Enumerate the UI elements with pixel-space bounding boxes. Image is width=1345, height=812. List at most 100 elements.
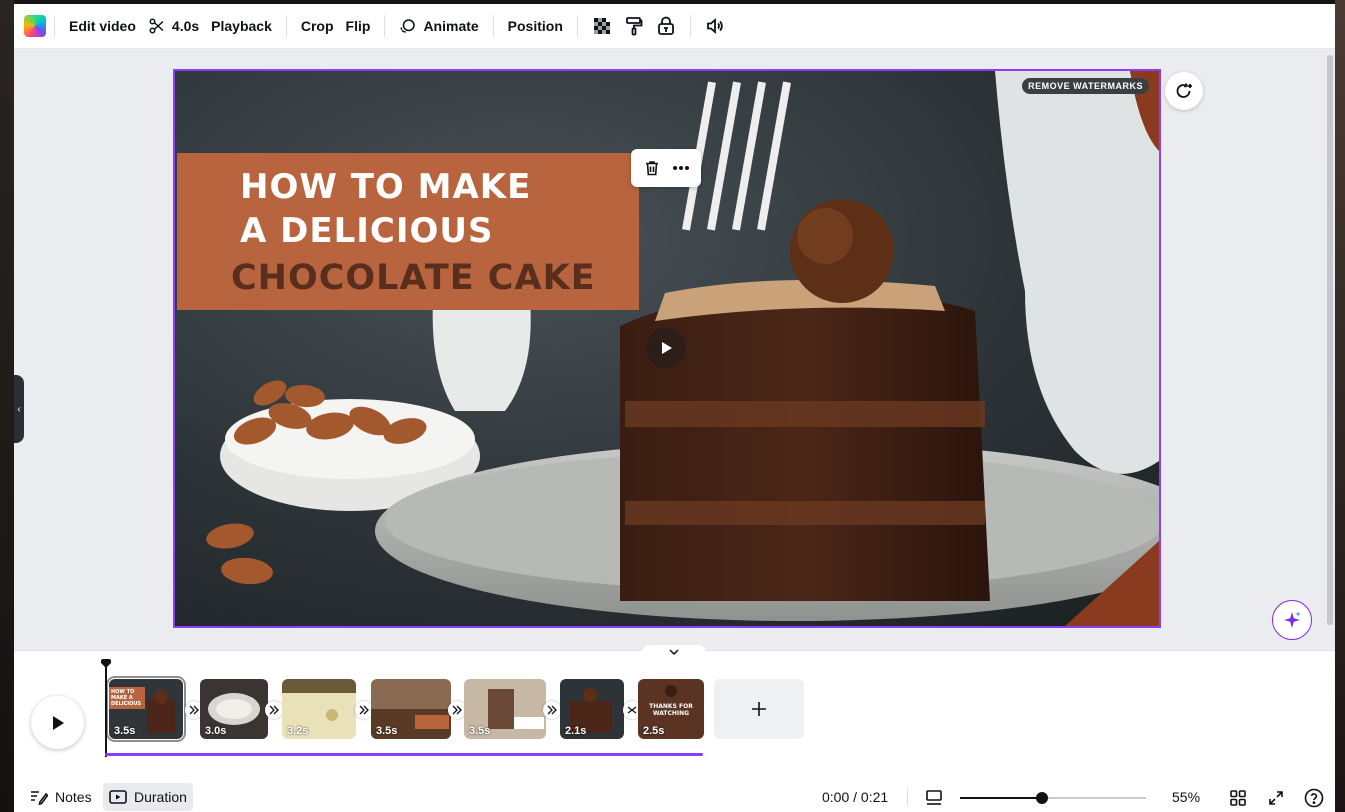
transition-button[interactable] <box>543 701 561 719</box>
sparkle-icon <box>1284 611 1301 628</box>
position-button[interactable]: Position <box>502 10 569 42</box>
transition-icon <box>547 705 557 715</box>
crop-label: Crop <box>300 18 334 34</box>
rotate-plus-icon <box>1176 83 1192 98</box>
animate-label: Animate <box>423 18 479 34</box>
collapse-timeline-button[interactable] <box>642 645 706 659</box>
add-page-rotate-button[interactable] <box>1165 72 1203 110</box>
title-text-box[interactable]: HOW TO MAKE A DELICIOUS CHOCOLATE CAKE <box>177 153 639 310</box>
toolbar-divider <box>54 15 55 37</box>
timeline-clip[interactable]: THANKS FOR WATCHING 2.5s <box>638 679 704 739</box>
animate-icon <box>399 17 417 35</box>
transition-icon <box>189 705 199 715</box>
lock-icon[interactable] <box>650 10 682 42</box>
link-transition-icon <box>627 706 637 714</box>
canvas-scrollbar[interactable] <box>1327 55 1333 625</box>
canvas-area: HOW TO MAKE A DELICIOUS CHOCOLATE CAKE R… <box>14 49 1335 650</box>
magic-assistant-button[interactable] <box>1272 600 1312 640</box>
edit-video-button[interactable]: Edit video <box>63 10 142 42</box>
animate-button[interactable]: Animate <box>393 10 484 42</box>
clip-caption: THANKS FOR WATCHING <box>649 703 693 717</box>
flip-label: Flip <box>345 18 371 34</box>
toolbar-divider <box>689 15 691 37</box>
zoom-slider[interactable] <box>960 792 1146 804</box>
expand-icon <box>1269 791 1283 805</box>
timeline-panel: HOW TO MAKE A DELICIOUS 3.5s 3.0s 3.2s 3… <box>14 645 1335 782</box>
duration-label: Duration <box>134 789 187 805</box>
title-line-3: CHOCOLATE CAKE <box>231 258 596 298</box>
notes-button[interactable]: Notes <box>26 784 96 810</box>
footer-bar: Notes Duration 0:00 / 0:21 55% <box>14 782 1335 812</box>
remove-watermarks-button[interactable]: REMOVE WATERMARKS <box>1022 78 1149 94</box>
toolbar-divider <box>492 15 494 37</box>
title-line-2: A DELICIOUS <box>240 211 494 251</box>
position-label: Position <box>507 18 563 34</box>
transparency-icon[interactable] <box>586 10 618 42</box>
notes-icon <box>31 791 48 805</box>
clip-duration: 3.5s <box>469 725 491 737</box>
clip-caption: HOW TO MAKE A DELICIOUS <box>111 689 142 707</box>
plus-icon <box>752 702 766 716</box>
transition-icon <box>359 705 369 715</box>
zoom-percentage[interactable]: 55% <box>1172 789 1200 805</box>
toolbar-divider <box>384 15 386 37</box>
duration-icon <box>109 790 127 804</box>
transition-icon <box>452 705 462 715</box>
volume-icon[interactable] <box>699 10 731 42</box>
zoom-slider-handle[interactable] <box>1035 792 1048 804</box>
toolbar-divider <box>285 15 287 37</box>
element-context-menu <box>631 149 701 187</box>
page-layout-button[interactable] <box>922 786 946 810</box>
play-icon <box>662 342 672 354</box>
timeline-clip[interactable]: 3.0s <box>200 679 268 739</box>
help-button[interactable] <box>1302 786 1326 810</box>
clip-duration: 3.5s <box>376 725 398 737</box>
clip-duration: 2.1s <box>565 725 587 737</box>
zoom-slider-fill <box>960 797 1042 799</box>
play-icon <box>52 715 64 730</box>
chevron-down-icon <box>669 649 679 655</box>
scissors-icon <box>148 17 166 35</box>
timeline-clip[interactable]: 2.1s <box>560 679 624 739</box>
editor-toolbar: Edit video 4.0s Playback Crop Flip Anima… <box>14 4 1335 49</box>
color-logo-icon[interactable] <box>24 15 46 37</box>
clip-duration: 3.2s <box>287 725 309 737</box>
timeline-clip[interactable]: 3.2s <box>282 679 356 739</box>
clip-duration: 3.0s <box>205 725 227 737</box>
paint-roller-icon[interactable] <box>618 10 650 42</box>
grid-icon <box>1230 790 1246 806</box>
audio-track-bar[interactable] <box>105 753 703 756</box>
playback-label: Playback <box>211 18 272 34</box>
video-play-button[interactable] <box>646 328 686 368</box>
grid-view-button[interactable] <box>1226 786 1250 810</box>
timeline-play-button[interactable] <box>31 696 84 749</box>
clip-duration: 3.5s <box>114 725 136 737</box>
transition-icon <box>269 705 279 715</box>
add-clip-button[interactable] <box>714 679 804 739</box>
transition-button[interactable] <box>265 701 283 719</box>
toolbar-divider <box>576 15 578 37</box>
chevron-left-icon: ‹ <box>17 403 21 415</box>
layout-icon <box>926 790 942 805</box>
background-right-edge <box>1335 0 1345 812</box>
side-panel-toggle[interactable]: ‹ <box>14 375 24 443</box>
footer-divider <box>907 788 908 806</box>
playhead-line[interactable] <box>105 665 107 757</box>
trash-icon[interactable] <box>639 155 665 181</box>
timeline-clip[interactable]: HOW TO MAKE A DELICIOUS 3.5s <box>106 676 186 742</box>
duration-button[interactable]: Duration <box>103 783 193 811</box>
flip-button[interactable]: Flip <box>340 10 377 42</box>
playback-button[interactable]: Playback <box>205 10 278 42</box>
crop-button[interactable]: Crop <box>295 10 340 42</box>
background-left-edge <box>0 0 14 812</box>
fullscreen-button[interactable] <box>1264 786 1288 810</box>
playback-time: 0:00 / 0:21 <box>822 789 889 805</box>
split-button[interactable]: 4.0s <box>142 10 205 42</box>
title-line-1: HOW TO MAKE <box>240 167 532 207</box>
edit-video-label: Edit video <box>69 18 136 34</box>
timeline-clip[interactable]: 3.5s <box>464 679 546 739</box>
split-duration-label: 4.0s <box>171 18 200 34</box>
timeline-clip[interactable]: 3.5s <box>371 679 451 739</box>
more-options-icon[interactable] <box>668 155 694 181</box>
clip-duration: 2.5s <box>643 725 665 737</box>
